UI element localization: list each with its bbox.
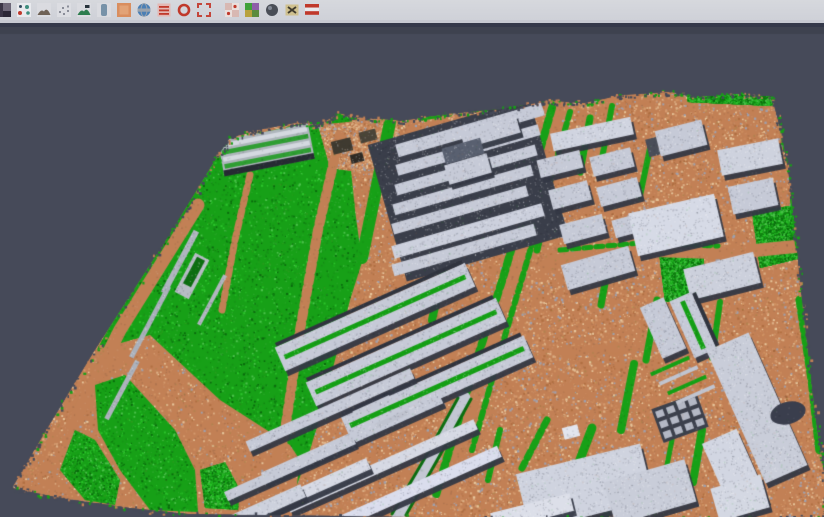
toolbar-button-shaded-sphere[interactable] <box>263 1 281 19</box>
classify-samples-icon <box>16 2 32 18</box>
report-table-icon <box>156 2 172 18</box>
point-cloud-canvas[interactable] <box>0 27 824 517</box>
crop-selection-icon <box>196 2 212 18</box>
export-package-icon <box>284 2 300 18</box>
pick-center-icon <box>176 2 192 18</box>
toolbar-button-globe-view[interactable] <box>135 1 153 19</box>
toolbar-button-sparse-cloud[interactable] <box>55 1 73 19</box>
shaded-sphere-icon <box>264 2 280 18</box>
profile-column-icon <box>96 2 112 18</box>
delete-flag-icon <box>304 2 320 18</box>
texture-check-icon <box>224 2 240 18</box>
toolbar-button-open-project[interactable] <box>0 1 13 19</box>
toolbar-button-terrain-model[interactable] <box>35 1 53 19</box>
toolbar-button-export-package[interactable] <box>283 1 301 19</box>
classification-colors-icon <box>244 2 260 18</box>
vegetation-model-icon <box>76 2 92 18</box>
orthophoto-icon <box>116 2 132 18</box>
toolbar-button-orthophoto[interactable] <box>115 1 133 19</box>
toolbar-button-classify-samples[interactable] <box>15 1 33 19</box>
sparse-cloud-icon <box>56 2 72 18</box>
toolbar-button-vegetation-model[interactable] <box>75 1 93 19</box>
toolbar-separator <box>215 2 221 18</box>
toolbar-button-profile-column[interactable] <box>95 1 113 19</box>
toolbar-button-pick-center[interactable] <box>175 1 193 19</box>
globe-view-icon <box>136 2 152 18</box>
app-window <box>0 0 824 517</box>
toolbar-button-report-table[interactable] <box>155 1 173 19</box>
open-project-icon <box>0 2 12 18</box>
viewport-3d <box>0 27 824 517</box>
toolbar-button-delete-flag[interactable] <box>303 1 321 19</box>
toolbar-button-crop-selection[interactable] <box>195 1 213 19</box>
toolbar-button-classification-colors[interactable] <box>243 1 261 19</box>
toolbar-button-texture-check[interactable] <box>223 1 241 19</box>
terrain-model-icon <box>36 2 52 18</box>
toolbar <box>0 0 824 20</box>
